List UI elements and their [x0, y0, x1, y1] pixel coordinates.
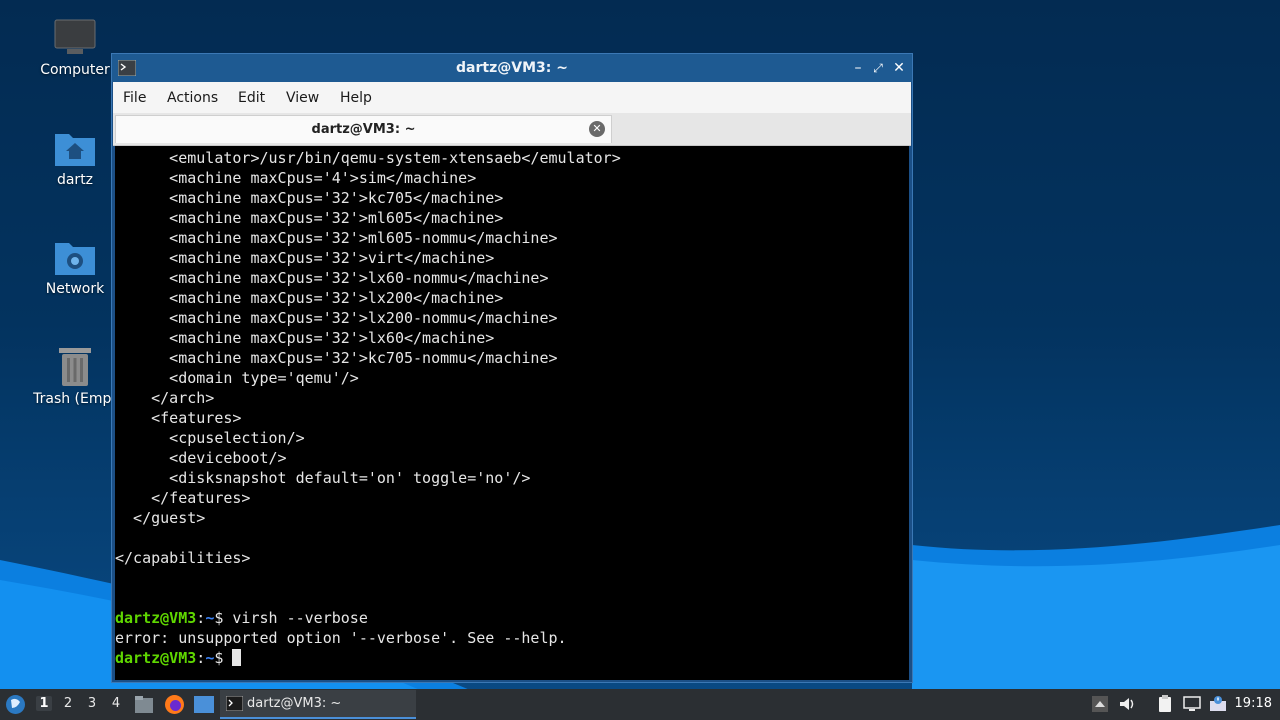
clock: 19:18: [1234, 696, 1272, 711]
terminal-output[interactable]: <emulator>/usr/bin/qemu-system-xtensaeb<…: [115, 146, 909, 680]
menu-edit[interactable]: Edit: [238, 90, 265, 106]
prompt-path: ~: [205, 649, 215, 667]
file-manager-icon[interactable]: [134, 695, 154, 714]
terminal-icon: [226, 696, 243, 711]
desktop-icon-trash[interactable]: Trash (Empt: [30, 345, 120, 407]
prompt-user: dartz@VM3: [115, 609, 197, 627]
start-menu-icon[interactable]: [5, 694, 26, 715]
menu-bar: File Actions Edit View Help: [113, 82, 911, 113]
network-folder-icon: [55, 243, 95, 275]
tab-close-icon[interactable]: ✕: [589, 121, 605, 137]
terminal-line: <machine maxCpus='32'>virt</machine>: [169, 249, 495, 267]
terminal-line: <machine maxCpus='32'>ml605</machine>: [169, 209, 504, 227]
terminal-history: <emulator>/usr/bin/qemu-system-xtensaeb<…: [115, 149, 621, 567]
menu-view[interactable]: View: [286, 90, 319, 106]
terminal-line: <machine maxCpus='32'>lx200</machine>: [169, 289, 504, 307]
prompt-separator: :: [196, 649, 206, 667]
computer-icon: [54, 19, 96, 54]
network-icon[interactable]: [1183, 695, 1201, 713]
taskbar-window-terminal[interactable]: dartz@VM3: ~: [220, 690, 416, 719]
terminal-line: <features>: [151, 409, 242, 427]
prompt-path: ~: [205, 609, 215, 627]
window-title: dartz@VM3: ~: [456, 60, 568, 76]
terminal-line: </capabilities>: [115, 549, 251, 567]
menu-actions[interactable]: Actions: [167, 90, 218, 106]
close-button[interactable]: ✕: [889, 58, 909, 78]
terminal-line: <cpuselection/>: [169, 429, 305, 447]
terminal-line: <machine maxCpus='32'>lx60-nommu</machin…: [169, 269, 549, 287]
terminal-line: <machine maxCpus='32'>lx200-nommu</machi…: [169, 309, 558, 327]
text-cursor: [232, 649, 242, 666]
desktop-icon-label: Network: [45, 281, 105, 297]
show-desktop-icon[interactable]: [194, 696, 214, 713]
volume-icon[interactable]: [1118, 695, 1136, 713]
desktop-icon-label: Computer: [40, 62, 110, 78]
maximize-button[interactable]: ⤢: [868, 58, 888, 78]
workspace-2[interactable]: 2: [60, 696, 76, 711]
menu-help[interactable]: Help: [340, 90, 372, 106]
desktop-icon-network[interactable]: Network: [30, 237, 120, 297]
terminal-line: <domain type='qemu'/>: [169, 369, 359, 387]
terminal-line: <machine maxCpus='32'>kc705</machine>: [169, 189, 504, 207]
tray-arrow-icon[interactable]: [1091, 695, 1109, 713]
workspace-4[interactable]: 4: [108, 696, 124, 711]
terminal-line: </guest>: [133, 509, 206, 527]
terminal-window: dartz@VM3: ~ – ⤢ ✕ File Actions Edit Vie…: [111, 53, 913, 683]
terminal-tab[interactable]: dartz@VM3: ~ ✕: [115, 115, 612, 143]
taskbar-window-label: dartz@VM3: ~: [247, 696, 342, 711]
desktop-icon-home[interactable]: dartz: [30, 128, 120, 188]
prompt-user: dartz@VM3: [115, 649, 197, 667]
terminal-line: <machine maxCpus='32'>ml605-nommu</machi…: [169, 229, 558, 247]
workspace-3[interactable]: 3: [84, 696, 100, 711]
terminal-line: </arch>: [151, 389, 215, 407]
window-titlebar[interactable]: dartz@VM3: ~ – ⤢ ✕: [112, 54, 912, 82]
clipboard-icon[interactable]: [1156, 695, 1174, 713]
command-input: [223, 649, 232, 667]
tab-bar: dartz@VM3: ~ ✕: [113, 113, 911, 146]
terminal-line: <deviceboot/>: [169, 449, 287, 467]
desktop-icon-computer[interactable]: Computer: [30, 18, 120, 78]
minimize-button[interactable]: –: [848, 58, 868, 78]
terminal-line: <disksnapshot default='on' toggle='no'/>: [169, 469, 531, 487]
prompt-separator: :: [196, 609, 206, 627]
menu-file[interactable]: File: [123, 90, 146, 106]
terminal-line: <emulator>/usr/bin/qemu-system-xtensaeb<…: [169, 149, 621, 167]
firefox-icon[interactable]: [164, 694, 185, 715]
command-text: virsh --verbose: [223, 609, 368, 627]
error-line: error: unsupported option '--verbose'. S…: [115, 629, 567, 647]
notification-icon[interactable]: [1209, 695, 1227, 713]
terminal-text: <emulator>/usr/bin/qemu-system-xtensaeb<…: [115, 146, 909, 668]
terminal-line: <machine maxCpus='4'>sim</machine>: [169, 169, 477, 187]
terminal-line: </features>: [151, 489, 251, 507]
tab-label: dartz@VM3: ~: [311, 122, 416, 137]
taskbar: 1 2 3 4 dartz@VM3: ~ 19:18: [0, 689, 1280, 720]
terminal-line: <machine maxCpus='32'>lx60</machine>: [169, 329, 495, 347]
trash-icon: [59, 348, 91, 386]
workspace-1[interactable]: 1: [36, 696, 52, 711]
desktop-icon-label: Trash (Empt: [33, 391, 117, 407]
terminal-line: <machine maxCpus='32'>kc705-nommu</machi…: [169, 349, 558, 367]
home-folder-icon: [55, 134, 95, 166]
desktop-icon-label: dartz: [56, 172, 94, 188]
